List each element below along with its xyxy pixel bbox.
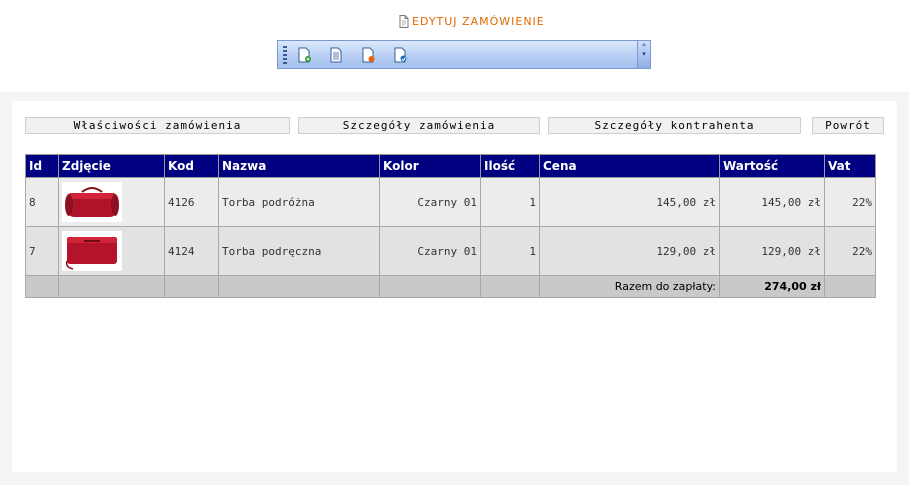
back-button[interactable]: Powrót bbox=[812, 117, 884, 134]
col-value[interactable]: Wartość bbox=[719, 154, 825, 178]
cell-price: 129,00 zł bbox=[539, 226, 720, 276]
delete-document-icon[interactable] bbox=[357, 44, 379, 66]
cell-id: 7 bbox=[25, 226, 59, 276]
table-row[interactable]: 8 4126 Torba podróżna Czarny 01 1 145,00… bbox=[25, 177, 876, 227]
cell-color: Czarny 01 bbox=[379, 226, 481, 276]
cell-name: Torba podręczna bbox=[218, 226, 380, 276]
travel-bag-image[interactable] bbox=[62, 182, 122, 222]
col-name[interactable]: Nazwa bbox=[218, 154, 380, 178]
document-list-icon[interactable] bbox=[325, 44, 347, 66]
order-properties-button[interactable]: Właściwości zamówienia bbox=[25, 117, 290, 134]
cell-code: 4126 bbox=[164, 177, 219, 227]
col-color[interactable]: Kolor bbox=[379, 154, 481, 178]
document-icon bbox=[399, 14, 409, 28]
table-row[interactable]: 7 4124 Torba podręczna Czarny 01 1 129,0… bbox=[25, 226, 876, 276]
save-document-icon[interactable] bbox=[389, 44, 411, 66]
cell-vat: 22% bbox=[824, 177, 876, 227]
order-details-button[interactable]: Szczegóły zamówienia bbox=[298, 117, 540, 134]
col-price[interactable]: Cena bbox=[539, 154, 720, 178]
cell-price: 145,00 zł bbox=[539, 177, 720, 227]
col-image[interactable]: Zdjęcie bbox=[58, 154, 165, 178]
contractor-details-button[interactable]: Szczegóły kontrahenta bbox=[548, 117, 801, 134]
cell-value: 129,00 zł bbox=[719, 226, 825, 276]
edit-order-title[interactable]: EDYTUJ ZAMÓWIENIE bbox=[399, 13, 545, 29]
toolbar-options-icon[interactable]: » ▾ bbox=[637, 41, 650, 68]
cell-color: Czarny 01 bbox=[379, 177, 481, 227]
total-value: 274,00 zł bbox=[719, 275, 825, 298]
cell-name: Torba podróżna bbox=[218, 177, 380, 227]
table-header-row: Id Zdjęcie Kod Nazwa Kolor Ilość Cena Wa… bbox=[25, 154, 876, 178]
col-code[interactable]: Kod bbox=[164, 154, 219, 178]
cell-image[interactable] bbox=[58, 226, 165, 276]
col-id[interactable]: Id bbox=[25, 154, 59, 178]
cell-vat: 22% bbox=[824, 226, 876, 276]
col-qty[interactable]: Ilość bbox=[480, 154, 540, 178]
toolbar: » ▾ bbox=[277, 40, 651, 69]
cell-id: 8 bbox=[25, 177, 59, 227]
toolbar-grip[interactable] bbox=[283, 45, 287, 64]
hand-bag-image[interactable] bbox=[62, 231, 122, 271]
total-label: Razem do zapłaty: bbox=[539, 275, 720, 298]
cell-code: 4124 bbox=[164, 226, 219, 276]
cell-value: 145,00 zł bbox=[719, 177, 825, 227]
cell-qty: 1 bbox=[480, 226, 540, 276]
new-document-icon[interactable] bbox=[293, 44, 315, 66]
col-vat[interactable]: Vat bbox=[824, 154, 876, 178]
total-row: Razem do zapłaty: 274,00 zł bbox=[25, 275, 876, 298]
cell-image[interactable] bbox=[58, 177, 165, 227]
edit-order-label[interactable]: EDYTUJ ZAMÓWIENIE bbox=[412, 15, 545, 28]
cell-qty: 1 bbox=[480, 177, 540, 227]
order-items-table: Id Zdjęcie Kod Nazwa Kolor Ilość Cena Wa… bbox=[25, 154, 876, 298]
